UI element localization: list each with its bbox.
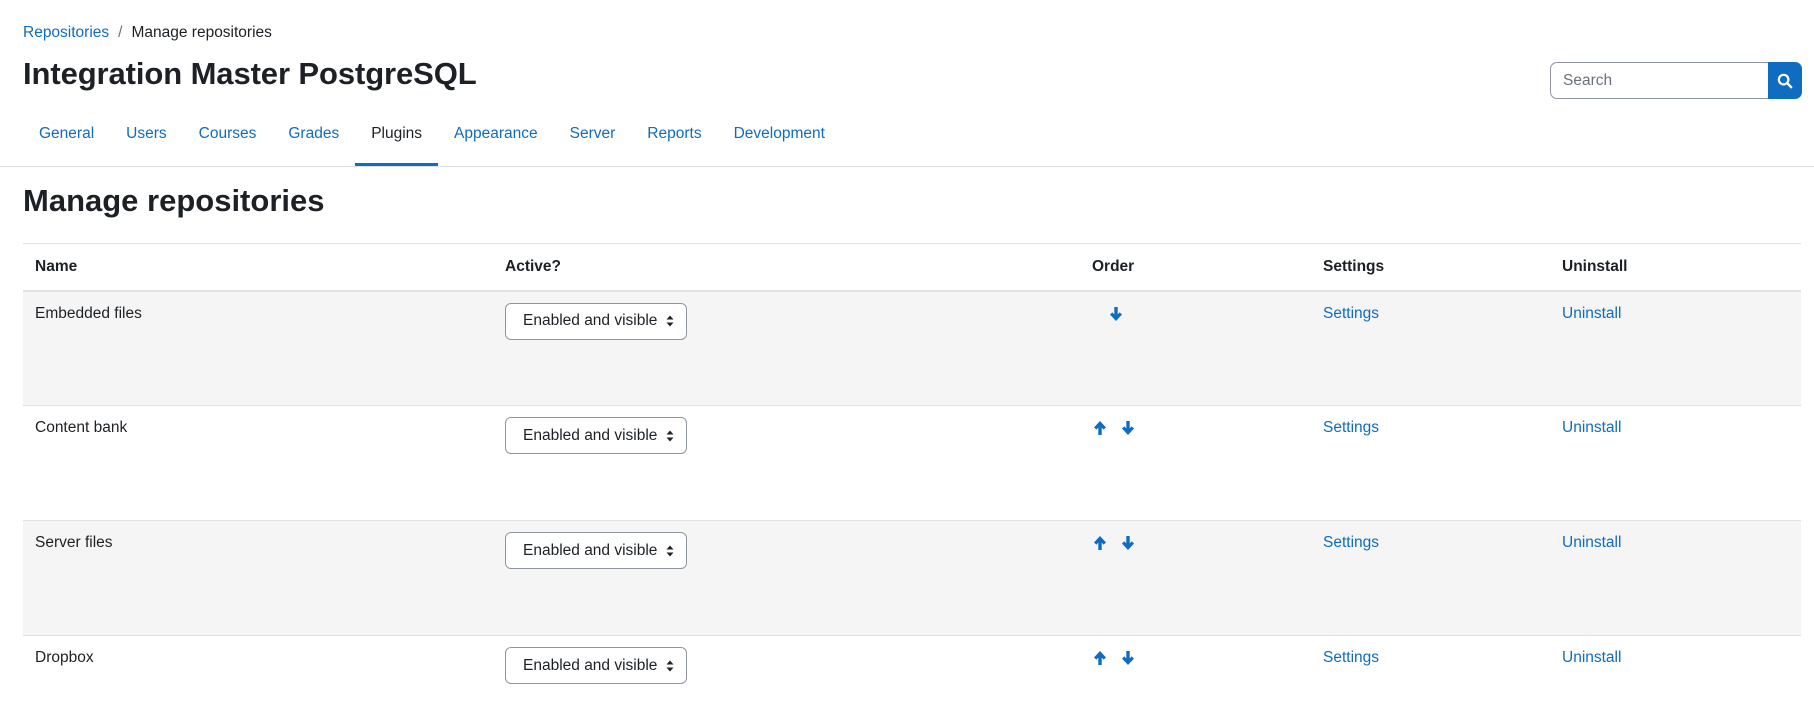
settings-cell: Settings [1311,520,1550,636]
table-row: Embedded files Enabled and visible Setting… [23,290,1801,406]
tab-grades[interactable]: Grades [272,114,355,166]
move-down-icon[interactable] [1120,419,1136,437]
select-chevrons-icon [666,545,674,557]
repository-name: Server files [23,520,493,636]
settings-link[interactable]: Settings [1323,305,1379,322]
uninstall-link[interactable]: Uninstall [1562,649,1621,666]
column-header-order: Order [1080,243,1311,292]
search-button[interactable] [1768,62,1802,99]
active-cell: Enabled and visible [493,635,1080,696]
tab-users[interactable]: Users [110,114,182,166]
move-up-icon[interactable] [1092,649,1108,667]
column-header-name: Name [23,243,493,292]
settings-cell: Settings [1311,635,1550,696]
uninstall-cell: Uninstall [1550,635,1801,696]
breadcrumb-current: Manage repositories [131,24,272,41]
tab-appearance[interactable]: Appearance [438,114,554,166]
active-cell: Enabled and visible [493,520,1080,636]
settings-link[interactable]: Settings [1323,534,1379,551]
tab-plugins[interactable]: Plugins [355,114,438,166]
table-row: Dropbox Enabled and visible Settings Uninst… [23,635,1801,696]
table-header-row: Name Active? Order Settings Uninstall [23,243,1801,292]
admin-tabs: General Users Courses Grades Plugins Appearan… [23,114,1814,166]
visibility-select[interactable]: Enabled and visible [505,302,687,340]
tab-general[interactable]: General [23,114,110,166]
settings-link[interactable]: Settings [1323,649,1379,666]
move-down-icon[interactable] [1108,305,1124,323]
visibility-select[interactable]: Enabled and visible [505,532,687,569]
order-cell [1080,520,1311,636]
visibility-select-value: Enabled and visible [523,541,658,559]
select-chevrons-icon [666,430,674,442]
visibility-select-value: Enabled and visible [523,426,658,444]
order-cell [1080,635,1311,696]
column-header-active: Active? [493,243,1080,292]
visibility-select-value: Enabled and visible [523,656,658,674]
column-header-uninstall: Uninstall [1550,243,1801,292]
search-icon [1777,73,1793,89]
order-cell [1080,405,1311,521]
table-row: Content bank Enabled and visible Settings U… [23,405,1801,521]
uninstall-cell: Uninstall [1550,520,1801,636]
column-header-settings: Settings [1311,243,1550,292]
tab-server[interactable]: Server [554,114,632,166]
move-down-icon[interactable] [1120,649,1136,667]
breadcrumb-separator: / [118,24,123,41]
visibility-select-value: Enabled and visible [523,312,658,329]
tab-courses[interactable]: Courses [183,114,273,166]
page-heading: Manage repositories [23,183,325,218]
uninstall-cell: Uninstall [1550,290,1801,406]
settings-cell: Settings [1311,405,1550,521]
repositories-table: Name Active? Order Settings Uninstall Em… [23,243,1801,696]
breadcrumb-link-repositories[interactable]: Repositories [23,24,109,42]
visibility-select[interactable]: Enabled and visible [505,417,687,454]
uninstall-link[interactable]: Uninstall [1562,305,1621,322]
active-cell: Enabled and visible [493,405,1080,521]
site-title: Integration Master PostgreSQL [23,56,477,91]
tabs-divider [0,166,1814,167]
search-form [1550,62,1802,99]
select-chevrons-icon [666,315,674,327]
active-cell: Enabled and visible [493,290,1080,406]
order-cell [1080,290,1311,406]
search-input[interactable] [1550,62,1768,99]
select-chevrons-icon [666,660,674,672]
tab-development[interactable]: Development [718,114,841,166]
move-down-icon[interactable] [1120,534,1136,552]
uninstall-link[interactable]: Uninstall [1562,419,1621,436]
move-up-icon[interactable] [1092,534,1108,552]
uninstall-link[interactable]: Uninstall [1562,534,1621,551]
tab-reports[interactable]: Reports [631,114,717,166]
repository-name: Embedded files [23,290,493,406]
repository-name: Dropbox [23,635,493,696]
visibility-select[interactable]: Enabled and visible [505,647,687,684]
move-up-icon[interactable] [1092,419,1108,437]
table-row: Server files Enabled and visible Settings U… [23,520,1801,636]
uninstall-cell: Uninstall [1550,405,1801,521]
breadcrumb: Repositories / Manage repositories [23,24,272,42]
settings-link[interactable]: Settings [1323,419,1379,436]
repository-name: Content bank [23,405,493,521]
settings-cell: Settings [1311,290,1550,406]
